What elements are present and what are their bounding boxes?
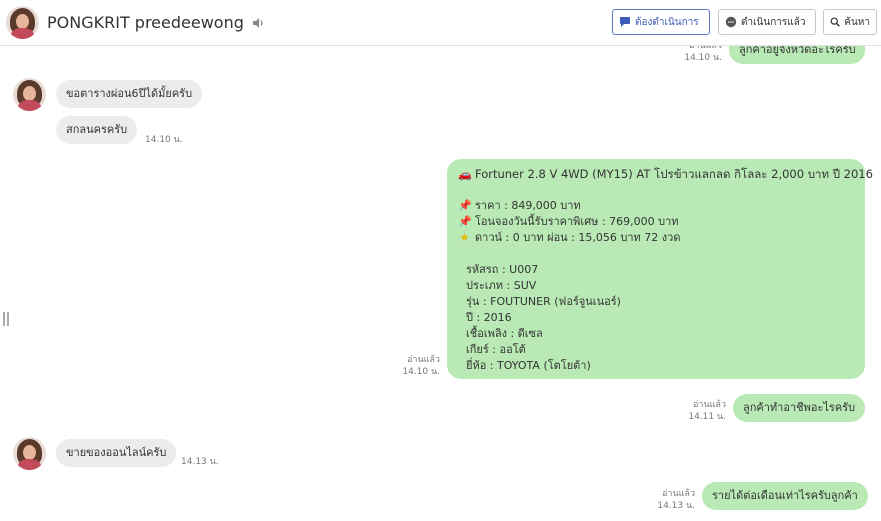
- message-incoming[interactable]: สกลนครครับ: [56, 116, 138, 144]
- todo-button[interactable]: ต้องดำเนินการ: [612, 9, 710, 35]
- message-text: ลูกค้าทำอาชีพอะไรครับ: [743, 401, 856, 414]
- message-time: 14.10 น.: [402, 367, 440, 377]
- card-detail: ยี่ห้อ : TOYOTA (โตโยต้า): [466, 359, 591, 372]
- todo-label: ต้องดำเนินการ: [635, 16, 699, 28]
- contact-avatar[interactable]: [6, 6, 39, 39]
- read-status: อ่านแล้ว: [689, 41, 722, 51]
- search-label: ค้นหา: [844, 16, 870, 28]
- star-emoji: ★: [459, 231, 470, 244]
- pushpin-emoji: 📌: [458, 215, 472, 228]
- message-text: ขายของออนไลน์ครับ: [66, 446, 167, 459]
- card-detail: รหัสรถ : U007: [466, 263, 539, 276]
- card-price: ราคา : 849,000 บาท: [475, 199, 581, 212]
- search-button[interactable]: ค้นหา: [823, 9, 877, 35]
- car-emoji: 🚗: [458, 168, 472, 181]
- message-outgoing[interactable]: รายได้ต่อเดือนเท่าไรครับลูกค้า: [702, 482, 868, 510]
- message-text: รายได้ต่อเดือนเท่าไรครับลูกค้า: [712, 489, 858, 502]
- message-time: 14.13 น.: [181, 457, 219, 467]
- contact-avatar[interactable]: [13, 78, 46, 111]
- message-time: 14.11 น.: [688, 412, 726, 422]
- done-label: ดำเนินการแล้ว: [741, 16, 806, 28]
- message-meta: อ่านแล้ว 14.10 น.: [670, 40, 722, 64]
- read-status: อ่านแล้ว: [407, 355, 440, 365]
- chat-dots-icon: [725, 16, 737, 28]
- read-status: อ่านแล้ว: [662, 489, 695, 499]
- header-identity: PONGKRIT preedeewong: [6, 6, 265, 39]
- speaker-icon[interactable]: [251, 16, 265, 30]
- message-meta: อ่านแล้ว 14.11 น.: [674, 399, 726, 423]
- message-outgoing[interactable]: ลูกค้าทำอาชีพอะไรครับ: [733, 394, 866, 422]
- card-detail: รุ่น : FOUTUNER (ฟอร์จูนเนอร์): [466, 295, 621, 308]
- card-detail: ปี : 2016: [466, 311, 512, 324]
- search-icon: [830, 17, 840, 27]
- card-special-price: โอนจองวันนี้รับราคาพิเศษ : 769,000 บาท: [475, 215, 679, 228]
- message-time: 14.10 น.: [145, 135, 183, 145]
- message-incoming[interactable]: ขอตารางผ่อน6ปีได้มั้ยครับ: [56, 80, 203, 108]
- message-meta: อ่านแล้ว 14.13 น.: [643, 488, 695, 512]
- message-outgoing-product-card[interactable]: 🚗 Fortuner 2.8 V 4WD (MY15) AT โปรข้าวแลก…: [447, 159, 873, 379]
- chat-bubble-icon: [620, 17, 630, 27]
- resize-handle[interactable]: [3, 312, 9, 326]
- card-title: Fortuner 2.8 V 4WD (MY15) AT โปรข้าวแลกล…: [475, 167, 873, 181]
- contact-avatar[interactable]: [13, 437, 46, 470]
- pushpin-emoji: 📌: [458, 199, 472, 212]
- message-time: 14.13 น.: [657, 501, 695, 511]
- message-text: ลูกค้าอยู่จังหวัดอะไรครับ: [739, 43, 856, 56]
- card-down-payment: ดาวน์ : 0 บาท ผ่อน : 15,056 บาท 72 งวด: [475, 231, 681, 244]
- message-text: สกลนครครับ: [66, 123, 128, 136]
- card-detail: เชื้อเพลิง : ดีเซล: [466, 327, 543, 340]
- card-detail: เกียร์ : ออโต้: [466, 343, 526, 356]
- message-meta: อ่านแล้ว 14.10 น.: [388, 354, 440, 378]
- read-status: อ่านแล้ว: [693, 400, 726, 410]
- card-detail: ประเภท : SUV: [466, 279, 537, 292]
- message-incoming[interactable]: ขายของออนไลน์ครับ: [56, 439, 177, 467]
- message-time: 14.10 น.: [684, 53, 722, 63]
- done-button[interactable]: ดำเนินการแล้ว: [718, 9, 816, 35]
- contact-name: PONGKRIT preedeewong: [47, 13, 244, 32]
- message-text: ขอตารางผ่อน6ปีได้มั้ยครับ: [66, 87, 193, 100]
